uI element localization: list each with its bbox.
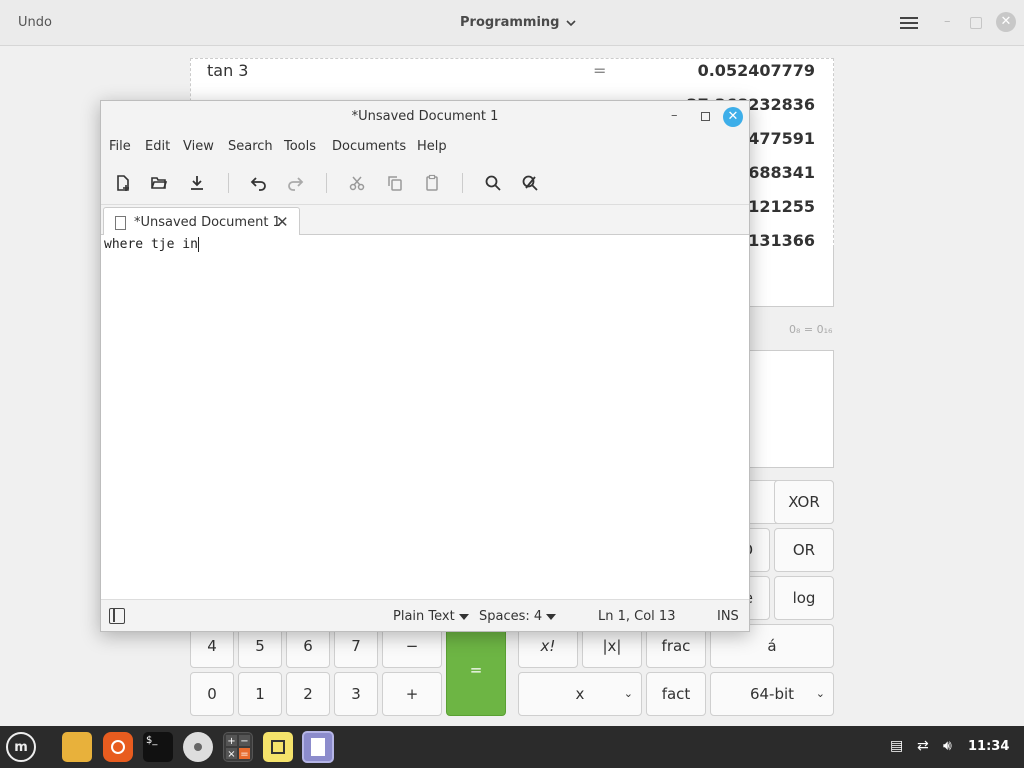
paste-icon[interactable] [420,171,444,195]
mode-selector[interactable]: Programming [460,15,577,30]
menu-help[interactable]: Help [417,139,447,154]
close-icon[interactable]: ✕ [996,12,1016,32]
tab-label: *Unsaved Document 1 [134,215,281,230]
text-editor-window: *Unsaved Document 1 – ✕ File Edit View S… [100,100,750,632]
digit-0-button[interactable]: 0 [190,672,234,716]
copy-icon[interactable] [383,171,407,195]
chevron-down-icon [566,19,577,26]
dropdown-arrow-icon [546,613,557,620]
window-title: *Unsaved Document 1 [351,109,499,124]
search-replace-icon[interactable] [518,171,542,195]
digit-1-button[interactable]: 1 [238,672,282,716]
text-editor-area[interactable]: where tje in [101,235,749,599]
plus-button[interactable]: + [382,672,442,716]
clock[interactable]: 11:34 [968,739,1009,754]
document-icon [115,216,126,230]
disc-icon[interactable] [183,732,213,762]
log-button[interactable]: log [774,576,834,620]
insert-mode: INS [717,609,739,624]
menu-icon[interactable]: m [6,732,36,762]
language-selector[interactable]: Plain Text [393,609,469,624]
volume-tray-icon[interactable]: 🔊︎ [943,738,952,754]
firefox-icon[interactable] [103,732,133,762]
dropdown-arrow-icon [458,613,469,620]
clipboard-tray-icon[interactable]: ▤ [890,738,903,754]
menu-tools[interactable]: Tools [284,139,316,154]
svg-text:=: = [240,749,248,760]
history-result: 0.052407779 [697,61,815,80]
calculator-header: Undo Programming – ✕ [0,0,1024,46]
undo-button[interactable]: Undo [18,15,52,30]
new-document-icon[interactable] [111,171,135,195]
document-tab[interactable]: *Unsaved Document 1 ✕ [103,207,300,236]
toolbar-separator [462,173,463,193]
cursor-position[interactable]: Ln 1, Col 13 [598,609,675,624]
history-equals: = [593,61,607,80]
minimize-icon[interactable]: – [944,14,951,29]
svg-text:×: × [227,749,235,760]
open-folder-icon[interactable] [147,171,171,195]
minimize-icon[interactable]: – [671,108,678,123]
language-label: Plain Text [393,609,455,624]
digit-2-button[interactable]: 2 [286,672,330,716]
files-icon[interactable] [62,732,92,762]
menu-view[interactable]: View [183,139,214,154]
notes-icon[interactable] [263,732,293,762]
menu-documents[interactable]: Documents [332,139,406,154]
chevron-down-icon: ⌄ [815,687,825,700]
cut-icon[interactable] [345,171,369,195]
calculator-icon[interactable]: + − × = [223,732,253,762]
fact-button[interactable]: fact [646,672,706,716]
menu-bar: File Edit View Search Tools Documents He… [101,133,749,161]
undo-icon[interactable] [247,171,271,195]
text-cursor [197,237,199,252]
toolbar-separator [228,173,229,193]
menu-edit[interactable]: Edit [145,139,170,154]
equals-button[interactable]: = [446,624,506,716]
menu-file[interactable]: File [109,139,131,154]
editor-text: where tje in [104,237,198,252]
taskbar: m $_ + − × = ▤ ⇄ 🔊︎ 11:34 [0,726,1024,768]
search-icon[interactable] [481,171,505,195]
text-editor-icon[interactable] [302,731,334,763]
menu-search[interactable]: Search [228,139,273,154]
status-bar: Plain Text Spaces: 4 Ln 1, Col 13 INS [101,599,749,631]
word-size-label: 64-bit [749,685,795,703]
maximize-icon[interactable] [701,112,710,121]
toolbar-separator [326,173,327,193]
xor-button[interactable]: XOR [774,480,834,524]
or-button[interactable]: OR [774,528,834,572]
tab-bar: *Unsaved Document 1 ✕ [101,205,749,236]
base-conversion-note: 0₈ = 0₁₆ [789,323,833,336]
maximize-icon[interactable] [970,17,982,29]
editor-titlebar[interactable]: *Unsaved Document 1 – ✕ [101,101,749,133]
save-download-icon[interactable] [185,171,209,195]
variable-x-label: x [575,685,585,703]
close-icon[interactable]: ✕ [723,107,743,127]
digit-3-button[interactable]: 3 [334,672,378,716]
toolbar [101,161,749,205]
terminal-icon[interactable]: $_ [143,732,173,762]
mode-label: Programming [460,15,560,30]
tab-width-selector[interactable]: Spaces: 4 [479,609,557,624]
variable-x-dropdown[interactable]: x ⌄ [518,672,642,716]
network-tray-icon[interactable]: ⇄ [917,738,929,754]
history-row[interactable]: tan 3 = 0.052407779 [191,61,815,95]
hamburger-menu-icon[interactable] [900,14,918,32]
redo-icon[interactable] [283,171,307,195]
svg-text:−: − [240,736,248,747]
history-expression: tan 3 [207,61,249,80]
tab-width-label: Spaces: 4 [479,609,543,624]
tab-close-icon[interactable]: ✕ [276,213,289,231]
svg-text:+: + [227,736,235,747]
side-panel-toggle-icon[interactable] [109,608,125,624]
word-size-dropdown[interactable]: 64-bit ⌄ [710,672,834,716]
chevron-down-icon: ⌄ [623,687,633,700]
